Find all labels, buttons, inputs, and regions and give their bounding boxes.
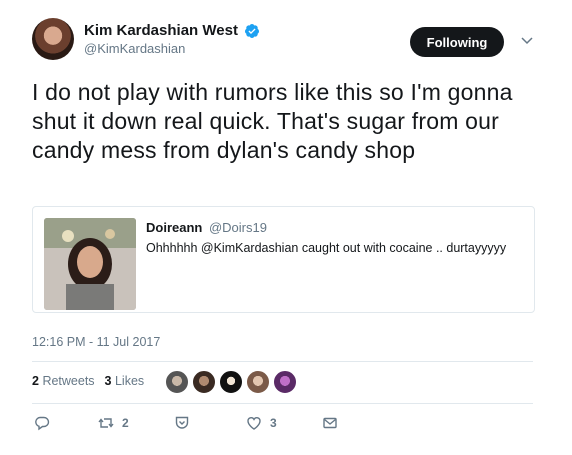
quoted-tweet-author-name: Doireann: [146, 220, 203, 235]
reply-icon: [35, 416, 50, 431]
liker-avatar[interactable]: [273, 370, 297, 394]
envelope-icon: [323, 417, 337, 429]
quoted-tweet-author-handle: @Doirs19: [208, 220, 267, 235]
verified-badge-icon: [244, 23, 259, 38]
author-display-name[interactable]: Kim Kardashian West: [84, 22, 238, 39]
liker-avatar[interactable]: [219, 370, 243, 394]
liker-avatar[interactable]: [165, 370, 189, 394]
retweet-count: 2: [122, 416, 129, 430]
likes-label: Likes: [114, 374, 145, 388]
like-button[interactable]: 3: [246, 415, 322, 431]
retweets-label: Retweets: [42, 374, 95, 388]
retweets-stat[interactable]: 2 Retweets: [32, 374, 95, 388]
shield-icon: [175, 416, 189, 429]
quoted-tweet[interactable]: Doireann @Doirs19 Ohhhhhh @KimKardashian…: [32, 206, 535, 313]
liker-avatars: [165, 370, 297, 394]
divider: [32, 361, 533, 362]
liker-avatar[interactable]: [192, 370, 216, 394]
like-count: 3: [270, 416, 277, 430]
tweet-timestamp[interactable]: 12:16 PM - 11 Jul 2017: [32, 335, 160, 349]
divider: [32, 403, 533, 404]
tweet-actions: 2 3: [34, 415, 338, 431]
nofollow-button[interactable]: [174, 415, 246, 431]
likes-stat[interactable]: 3 Likes: [105, 374, 145, 388]
retweets-count: 2: [32, 374, 39, 388]
quoted-tweet-header: Doireann @Doirs19: [146, 220, 267, 235]
quoted-tweet-text: Ohhhhhh @KimKardashian caught out with c…: [146, 241, 507, 255]
likes-count: 3: [104, 374, 112, 388]
tweet-stats: 2 Retweets 3 Likes: [32, 374, 154, 388]
author-avatar[interactable]: [32, 18, 74, 60]
liker-avatar[interactable]: [246, 370, 270, 394]
following-button[interactable]: Following: [410, 27, 504, 57]
reply-button[interactable]: [34, 415, 98, 431]
author-name-row: Kim Kardashian West: [84, 22, 260, 39]
heart-icon: [247, 417, 261, 430]
author-handle[interactable]: @KimKardashian: [84, 41, 185, 56]
retweet-button[interactable]: 2: [98, 415, 174, 431]
tweet-text: I do not play with rumors like this so I…: [32, 79, 513, 163]
retweet-icon: [98, 418, 114, 428]
direct-message-button[interactable]: [322, 415, 338, 431]
quoted-tweet-image: [44, 218, 136, 310]
chevron-down-icon[interactable]: [521, 36, 533, 46]
